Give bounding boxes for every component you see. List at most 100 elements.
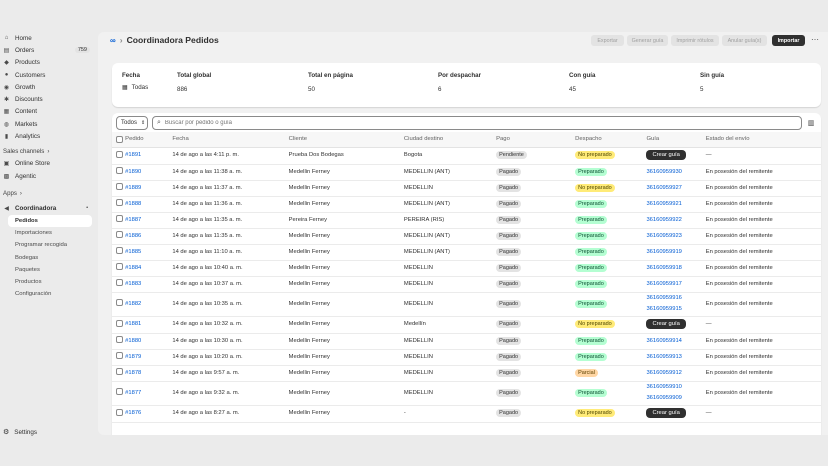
table-row[interactable]: #1878 14 de ago a las 9:57 a. m. Medellin … [112, 365, 821, 382]
row-checkbox[interactable] [116, 336, 123, 344]
status-filter-select[interactable]: Todos ⇕ [116, 116, 148, 130]
order-link[interactable]: #1879 [125, 354, 141, 360]
table-row[interactable]: #1879 14 de ago a las 10:20 a. m. Medellin… [112, 349, 821, 366]
row-checkbox[interactable] [116, 299, 123, 307]
order-link[interactable]: #1883 [125, 281, 141, 287]
guide-link[interactable]: 36160959919 [646, 247, 705, 258]
column-header-despacho[interactable]: Despacho [575, 132, 647, 148]
guide-link[interactable]: 36160959927 [646, 183, 705, 194]
table-row[interactable]: #1881 14 de ago a las 10:32 a. m. Medellin… [112, 316, 821, 334]
cancel-guide-button[interactable]: Anular guía(s) [722, 35, 767, 46]
order-link[interactable]: #1885 [125, 249, 141, 255]
create-guide-button[interactable]: Crear guía [646, 408, 686, 418]
table-row[interactable]: #1886 14 de ago a las 11:35 a. m. Medellin… [112, 228, 821, 245]
order-link[interactable]: #1887 [125, 217, 141, 223]
print-labels-button[interactable]: Imprimir rótulos [671, 35, 719, 46]
guide-link[interactable]: 36160959917 [646, 279, 705, 290]
create-guide-button[interactable]: Crear guía [646, 319, 686, 329]
more-actions-icon[interactable]: ⋯ [811, 35, 819, 44]
sidebar-item-customers[interactable]: ● Customers [0, 69, 98, 81]
table-row[interactable]: #1883 14 de ago a las 10:37 a. m. Medellin… [112, 276, 821, 293]
sidebar-item-coordinadora[interactable]: ◀ Coordinadora • [0, 202, 98, 214]
search-input[interactable] [164, 120, 765, 126]
sidebar-item-growth[interactable]: ◉ Growth [0, 81, 98, 93]
column-header-guía[interactable]: Guía [646, 132, 706, 148]
guide-link[interactable]: 36160959914 [646, 336, 705, 347]
column-header-fecha[interactable]: Fecha [172, 132, 289, 148]
sidebar-item-online-store[interactable]: ▣ Online Store [0, 158, 98, 170]
order-link[interactable]: #1890 [125, 169, 141, 175]
column-header-cliente[interactable]: Cliente [288, 132, 404, 148]
columns-icon[interactable]: ▥ [806, 117, 816, 129]
guide-link[interactable]: 36160959923 [646, 231, 705, 242]
sidebar-subitem-paquetes[interactable]: Paquetes [0, 264, 98, 276]
sidebar-subitem-bodegas[interactable]: Bodegas [0, 251, 98, 263]
sidebar-item-products[interactable]: ◆ Products [0, 57, 98, 69]
export-button[interactable]: Exportar [591, 35, 624, 46]
generate-guide-button[interactable]: Generar guía [627, 35, 668, 46]
sidebar-item-discounts[interactable]: ✱ Discounts [0, 93, 98, 105]
table-row[interactable]: #1890 14 de ago a las 11:38 a. m. Medellin… [112, 164, 821, 181]
guide-link[interactable]: 36160959930 [646, 167, 705, 178]
sidebar-subitem-importaciones[interactable]: Importaciones [0, 227, 98, 239]
order-link[interactable]: #1876 [125, 410, 141, 416]
row-checkbox[interactable] [116, 183, 123, 191]
app-logo-icon[interactable]: ∞ [110, 36, 116, 45]
sidebar-item-markets[interactable]: ◍ Markets [0, 118, 98, 130]
row-checkbox[interactable] [116, 263, 123, 271]
order-link[interactable]: #1886 [125, 233, 141, 239]
column-header-ciudad-destino[interactable]: Ciudad destino [403, 132, 497, 148]
table-row[interactable]: #1888 14 de ago a las 11:36 a. m. Medellin… [112, 196, 821, 213]
table-row[interactable]: #1885 14 de ago a las 11:10 a. m. Medellin… [112, 244, 821, 261]
order-link[interactable]: #1891 [125, 152, 141, 158]
order-link[interactable]: #1878 [125, 370, 141, 376]
row-checkbox[interactable] [116, 247, 123, 255]
row-checkbox[interactable] [116, 150, 123, 158]
sidebar-item-content[interactable]: ▦ Content [0, 106, 98, 118]
guide-link[interactable]: 36160959909 [646, 393, 705, 404]
fecha-selector[interactable]: ▦ Todas [122, 84, 148, 91]
row-checkbox[interactable] [116, 167, 123, 175]
apps-header[interactable]: Apps › [0, 187, 98, 199]
order-link[interactable]: #1877 [125, 390, 141, 396]
order-link[interactable]: #1880 [125, 338, 141, 344]
guide-link[interactable]: 36160959913 [646, 352, 705, 363]
order-link[interactable]: #1882 [125, 301, 141, 307]
row-checkbox[interactable] [116, 368, 123, 376]
sidebar-item-settings[interactable]: ⚙ Settings [3, 428, 37, 437]
sidebar-subitem-productos[interactable]: Productos [0, 276, 98, 288]
table-row[interactable]: #1887 14 de ago a las 11:35 a. m. Pereira … [112, 212, 821, 229]
row-checkbox[interactable] [116, 388, 123, 396]
sidebar-subitem-configuración[interactable]: Configuración [0, 288, 98, 300]
row-checkbox[interactable] [116, 279, 123, 287]
guide-link[interactable]: 36160959921 [646, 199, 705, 210]
guide-link[interactable]: 36160959922 [646, 215, 705, 226]
sidebar-item-orders[interactable]: ▤ Orders 759 [0, 44, 98, 56]
sidebar-item-home[interactable]: ⌂ Home [0, 32, 98, 44]
order-link[interactable]: #1888 [125, 201, 141, 207]
sidebar-subitem-pedidos[interactable]: Pedidos [8, 214, 92, 227]
create-guide-button[interactable]: Crear guía [646, 150, 686, 160]
table-row[interactable]: #1889 14 de ago a las 11:37 a. m. Medellin… [112, 180, 821, 197]
order-link[interactable]: #1884 [125, 265, 141, 271]
sidebar-subitem-programar-recogida[interactable]: Programar recogida [0, 239, 98, 251]
column-header-estado-del-envío[interactable]: Estado del envío [705, 132, 821, 148]
sidebar-item-analytics[interactable]: ▮ Analytics [0, 130, 98, 142]
pin-icon[interactable]: • [86, 205, 88, 211]
guide-link[interactable]: 36160959910 [646, 382, 705, 393]
sales-channels-header[interactable]: Sales channels › [0, 146, 98, 158]
column-header-pedido[interactable]: Pedido [125, 132, 173, 148]
table-row[interactable]: #1882 14 de ago a las 10:35 a. m. Medellin… [112, 292, 821, 317]
table-row[interactable]: #1876 14 de ago a las 8:27 a. m. Medellin … [112, 405, 821, 423]
row-checkbox[interactable] [116, 352, 123, 360]
guide-link[interactable]: 36160959918 [646, 263, 705, 274]
select-all-checkbox[interactable] [116, 135, 123, 143]
row-checkbox[interactable] [116, 231, 123, 239]
table-row[interactable]: #1884 14 de ago a las 10:40 a. m. Medellin… [112, 260, 821, 277]
table-row[interactable]: #1877 14 de ago a las 9:32 a. m. Medellin … [112, 381, 821, 406]
order-link[interactable]: #1889 [125, 185, 141, 191]
table-row[interactable]: #1891 14 de ago a las 4:11 p. m. Prueba Do… [112, 147, 821, 165]
sidebar-item-agentic[interactable]: ▩ Agentic [0, 170, 98, 182]
row-checkbox[interactable] [116, 408, 123, 416]
row-checkbox[interactable] [116, 199, 123, 207]
